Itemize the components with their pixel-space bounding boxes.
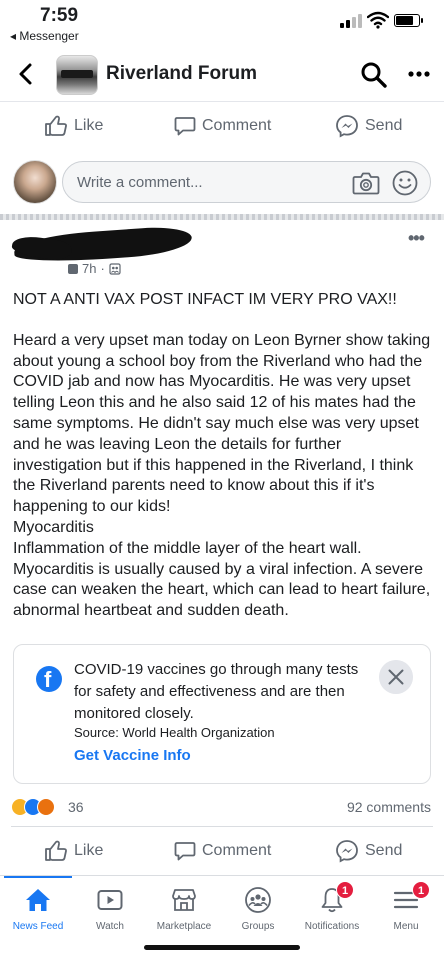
comment-composer: Write a comment... bbox=[0, 152, 444, 212]
tab-label: Marketplace bbox=[156, 921, 212, 932]
battery-icon bbox=[394, 14, 423, 27]
comment-button[interactable]: Comment bbox=[174, 114, 271, 138]
post-options-icon[interactable]: ••• bbox=[408, 228, 425, 249]
back-to-messenger-link[interactable]: ◂ Messenger bbox=[10, 29, 79, 43]
tab-watch[interactable]: Watch bbox=[72, 876, 148, 936]
messenger-icon bbox=[336, 115, 358, 138]
author-badge-icon bbox=[68, 263, 78, 274]
emoji-icon[interactable] bbox=[391, 169, 419, 197]
comment-icon bbox=[174, 117, 196, 136]
tab-label: Watch bbox=[96, 921, 124, 932]
comment-input[interactable]: Write a comment... bbox=[62, 161, 431, 203]
tab-label: Groups bbox=[241, 921, 275, 932]
status-time: 7:59 bbox=[40, 5, 79, 26]
tab-label: Notifications bbox=[304, 921, 360, 932]
send-button[interactable]: Send bbox=[335, 114, 402, 138]
previous-post-actions: Like Comment Send bbox=[0, 102, 444, 148]
send-label: Send bbox=[365, 117, 403, 134]
info-card-text: COVID-19 vaccines go through many tests … bbox=[74, 661, 359, 722]
comment-label: Comment bbox=[202, 842, 272, 859]
separator-dot: · bbox=[100, 261, 105, 276]
status-bar: 7:59 ◂ Messenger bbox=[0, 0, 444, 48]
comment-button[interactable]: Comment bbox=[174, 839, 271, 863]
tab-news-feed[interactable]: News Feed bbox=[0, 876, 76, 936]
reaction-icons[interactable] bbox=[11, 798, 63, 818]
post-text: Heard a very upset man today on Leon Byr… bbox=[13, 331, 431, 620]
group-title[interactable]: Riverland Forum bbox=[106, 63, 257, 85]
like-button[interactable]: Like bbox=[44, 114, 103, 138]
post-actions: Like Comment Send bbox=[0, 827, 444, 873]
watch-icon bbox=[97, 890, 123, 910]
signal-icon bbox=[340, 14, 362, 28]
wifi-icon bbox=[367, 11, 389, 29]
like-button[interactable]: Like bbox=[44, 839, 103, 863]
post-header: 7h · ••• bbox=[0, 224, 444, 282]
post-body: NOT A ANTI VAX POST INFACT IM VERY PRO V… bbox=[13, 290, 433, 622]
thumbs-up-icon bbox=[45, 840, 67, 861]
tab-groups[interactable]: Groups bbox=[220, 876, 296, 936]
battery-level bbox=[396, 16, 413, 25]
info-card-source: Source: World Health Organization bbox=[74, 725, 275, 740]
like-label: Like bbox=[74, 842, 104, 859]
camera-icon[interactable] bbox=[352, 170, 380, 196]
chevron-left-icon[interactable] bbox=[14, 60, 38, 88]
tab-label: News Feed bbox=[12, 921, 64, 932]
comment-icon bbox=[174, 842, 196, 861]
covid-info-card: f COVID-19 vaccines go through many test… bbox=[13, 644, 431, 784]
menu-badge: 1 bbox=[412, 881, 430, 899]
reactions-summary: 36 92 comments bbox=[0, 796, 444, 822]
comment-label: Comment bbox=[202, 117, 272, 134]
facebook-logo-icon: f bbox=[36, 666, 62, 692]
tab-notifications[interactable]: 1 Notifications bbox=[294, 876, 370, 936]
close-icon[interactable] bbox=[379, 660, 413, 694]
search-icon[interactable] bbox=[360, 61, 388, 89]
more-dots-icon[interactable] bbox=[405, 60, 433, 88]
privacy-group-icon bbox=[109, 262, 121, 275]
post-time[interactable]: 7h bbox=[82, 261, 96, 276]
tab-marketplace[interactable]: Marketplace bbox=[146, 876, 222, 936]
send-label: Send bbox=[365, 842, 403, 859]
comment-count[interactable]: 92 comments bbox=[347, 799, 431, 815]
comment-placeholder: Write a comment... bbox=[77, 174, 203, 191]
post-headline: NOT A ANTI VAX POST INFACT IM VERY PRO V… bbox=[13, 291, 397, 308]
reaction-count[interactable]: 36 bbox=[68, 799, 84, 815]
tab-label: Menu bbox=[393, 921, 419, 932]
groups-icon bbox=[245, 887, 271, 913]
home-indicator bbox=[144, 945, 300, 950]
messenger-icon bbox=[336, 840, 358, 863]
angry-reaction-icon bbox=[37, 798, 55, 816]
group-header: Riverland Forum bbox=[0, 48, 444, 102]
tab-menu[interactable]: 1 Menu bbox=[368, 876, 444, 936]
like-label: Like bbox=[74, 117, 104, 134]
marketplace-icon bbox=[172, 889, 196, 911]
group-avatar[interactable] bbox=[56, 55, 98, 95]
current-user-avatar[interactable] bbox=[13, 160, 57, 204]
post-meta: 7h · bbox=[68, 261, 121, 276]
post-separator bbox=[0, 214, 444, 220]
send-button[interactable]: Send bbox=[335, 839, 402, 863]
notification-badge: 1 bbox=[336, 881, 354, 899]
home-icon bbox=[26, 889, 50, 911]
thumbs-up-icon bbox=[45, 115, 67, 136]
get-vaccine-info-link[interactable]: Get Vaccine Info bbox=[74, 747, 191, 764]
